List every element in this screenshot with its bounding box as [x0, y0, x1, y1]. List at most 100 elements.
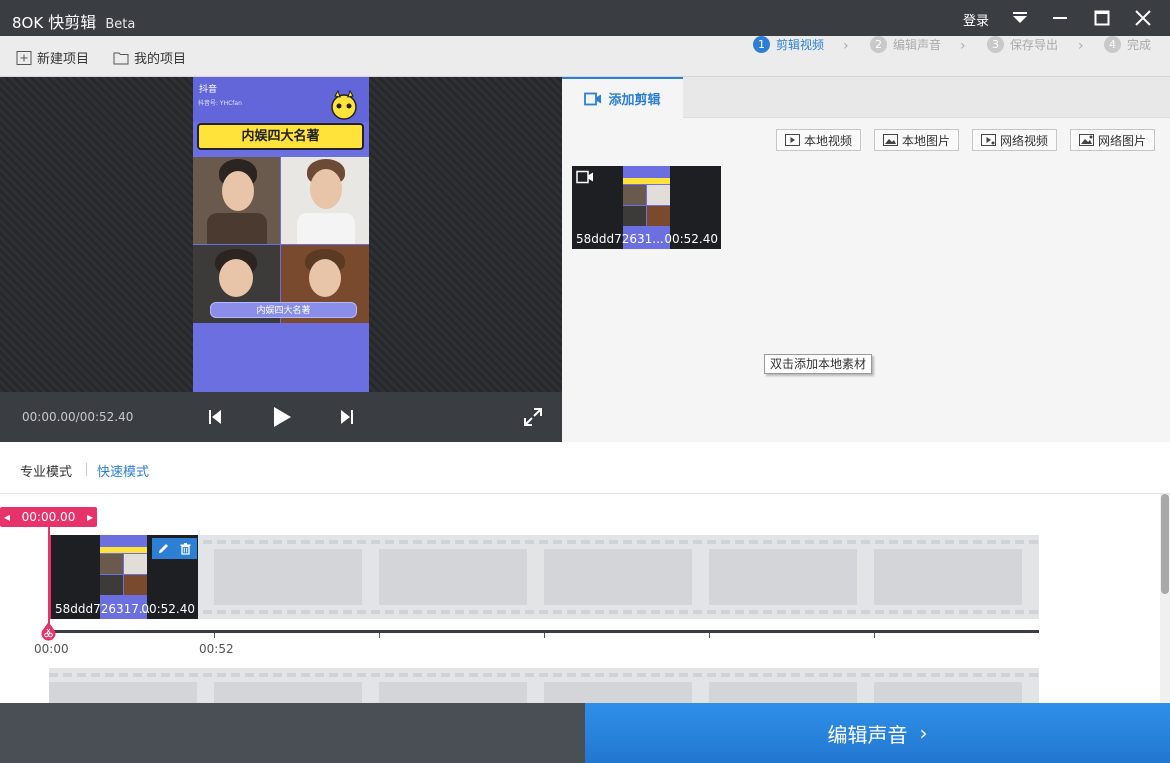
video-camera-icon — [576, 170, 593, 184]
empty-slot[interactable] — [709, 682, 857, 703]
mascot-icon — [331, 89, 357, 120]
step-number: 3 — [987, 36, 1004, 53]
my-projects-button[interactable]: 我的项目 — [113, 48, 186, 67]
audio-track — [49, 668, 1039, 703]
playhead-timecode[interactable]: ◂ 00:00.00 ▸ — [0, 507, 97, 527]
new-project-label: 新建项目 — [37, 52, 90, 67]
timeline-clip[interactable]: 58ddd726317... 00:52.40 — [49, 535, 198, 619]
video-file-icon — [785, 134, 800, 146]
empty-slot[interactable] — [874, 682, 1022, 703]
timeline-scrollbar[interactable] — [1160, 494, 1170, 703]
local-video-label: 本地视频 — [804, 133, 853, 148]
empty-slot[interactable] — [874, 549, 1022, 605]
ruler-tick — [709, 633, 710, 638]
web-image-icon — [1079, 134, 1094, 146]
local-video-button[interactable]: 本地视频 — [776, 129, 862, 151]
close-icon[interactable] — [1133, 8, 1153, 28]
step-label: 剪辑视频 — [776, 38, 825, 52]
tooltip: 双击添加本地素材 — [764, 354, 873, 374]
my-projects-label: 我的项目 — [134, 52, 187, 67]
app-name: 快剪辑 — [48, 13, 97, 32]
delete-trash-icon[interactable] — [179, 542, 192, 555]
empty-slot[interactable] — [709, 549, 857, 605]
web-image-button[interactable]: 网络图片 — [1070, 129, 1156, 151]
step-number: 4 — [1104, 36, 1121, 53]
step-label: 完成 — [1127, 38, 1152, 52]
mode-switch: 专业模式 快速模式 — [0, 442, 1170, 494]
video-frame: 抖音 抖音号: YHCfan 内娱四大名著 内娱四大名著 — [193, 77, 369, 392]
step-save-export[interactable]: 3 保存导出 — [987, 36, 1058, 53]
clip-name: 58ddd726317... — [55, 602, 151, 616]
empty-slot[interactable] — [379, 682, 527, 703]
step-number: 2 — [870, 36, 887, 53]
caret-right-icon[interactable]: ▸ — [87, 510, 93, 524]
minimize-icon[interactable] — [1050, 8, 1070, 28]
step-label: 编辑声音 — [893, 38, 942, 52]
scroll-thumb[interactable] — [1161, 494, 1169, 594]
web-video-button[interactable]: 网络视频 — [972, 129, 1058, 151]
video-camera-icon — [584, 92, 602, 105]
tab-add-clip[interactable]: 添加剪辑 — [562, 77, 683, 118]
empty-slot[interactable] — [49, 682, 197, 703]
tab-add-clip-label: 添加剪辑 — [608, 93, 661, 108]
photo-tile — [281, 157, 369, 244]
playhead-time: 00:00.00 — [21, 510, 76, 524]
app-edition: Beta — [105, 17, 136, 32]
web-video-label: 网络视频 — [1000, 133, 1049, 148]
skip-back-icon[interactable] — [204, 405, 226, 429]
login-link[interactable]: 登录 — [963, 10, 989, 29]
tick-label: 00:00 — [34, 642, 69, 656]
clip-tools — [152, 538, 197, 559]
app-logo: 8OK 快剪辑 Beta — [12, 9, 135, 33]
empty-slot[interactable] — [379, 549, 527, 605]
empty-slot[interactable] — [214, 682, 362, 703]
brand-mark: 8OK — [12, 14, 44, 32]
folder-icon — [113, 52, 129, 64]
playhead-line — [48, 527, 50, 630]
media-clip[interactable]: 58ddd72631... 00:52.40 — [572, 166, 721, 249]
video-header: 抖音 抖音号: YHCfan — [193, 77, 369, 122]
fullscreen-icon[interactable] — [522, 405, 544, 429]
ruler-tick — [214, 633, 215, 638]
skip-forward-icon[interactable] — [336, 405, 358, 429]
local-image-button[interactable]: 本地图片 — [874, 129, 960, 151]
maximize-icon[interactable] — [1092, 8, 1112, 28]
chevron-right-icon: › — [919, 721, 928, 745]
mode-pro[interactable]: 专业模式 — [20, 461, 72, 480]
clip-name: 58ddd72631... — [576, 232, 664, 246]
new-project-button[interactable]: 新建项目 — [16, 48, 89, 67]
empty-slot[interactable] — [544, 549, 692, 605]
step-number: 1 — [753, 36, 770, 53]
playhead-scissor-icon[interactable] — [40, 622, 57, 642]
clip-duration: 00:52.40 — [664, 232, 718, 246]
mode-divider — [86, 463, 87, 476]
tiktok-label: 抖音 — [199, 85, 218, 95]
clip-duration: 00:52.40 — [141, 602, 195, 616]
title-bar: 8OK 快剪辑 Beta 登录 — [0, 0, 1170, 36]
bottom-bar — [0, 703, 585, 763]
mode-fast[interactable]: 快速模式 — [97, 461, 149, 480]
next-step-button[interactable]: 编辑声音 › — [585, 703, 1170, 763]
web-image-label: 网络图片 — [1098, 133, 1147, 148]
image-file-icon — [883, 134, 898, 146]
ruler-tick — [544, 633, 545, 638]
step-finish[interactable]: 4 完成 — [1104, 36, 1151, 53]
chevron-right-icon: › — [843, 38, 849, 54]
plus-box-icon — [16, 50, 32, 65]
edit-pencil-icon[interactable] — [157, 542, 170, 555]
ruler-tick — [874, 633, 875, 638]
local-image-label: 本地图片 — [902, 133, 951, 148]
step-label: 保存导出 — [1010, 38, 1059, 52]
video-preview: 抖音 抖音号: YHCfan 内娱四大名著 内娱四大名著 — [0, 77, 562, 392]
timeline: 58ddd726317... 00:52.40 ◂ 00:00.00 ▸ 00:… — [0, 494, 1170, 703]
caret-left-icon[interactable]: ◂ — [4, 510, 10, 524]
step-edit-audio[interactable]: 2 编辑声音 — [870, 36, 941, 53]
next-step-label: 编辑声音 — [827, 722, 908, 747]
empty-slot[interactable] — [214, 549, 362, 605]
chevron-right-icon: › — [960, 38, 966, 54]
step-edit-video[interactable]: 1 剪辑视频 — [753, 36, 824, 53]
menu-dropdown-icon[interactable] — [1010, 8, 1030, 28]
empty-slot[interactable] — [544, 682, 692, 703]
playback-timecode: 00:00.00/00:52.40 — [22, 410, 134, 424]
play-icon[interactable] — [271, 405, 293, 429]
